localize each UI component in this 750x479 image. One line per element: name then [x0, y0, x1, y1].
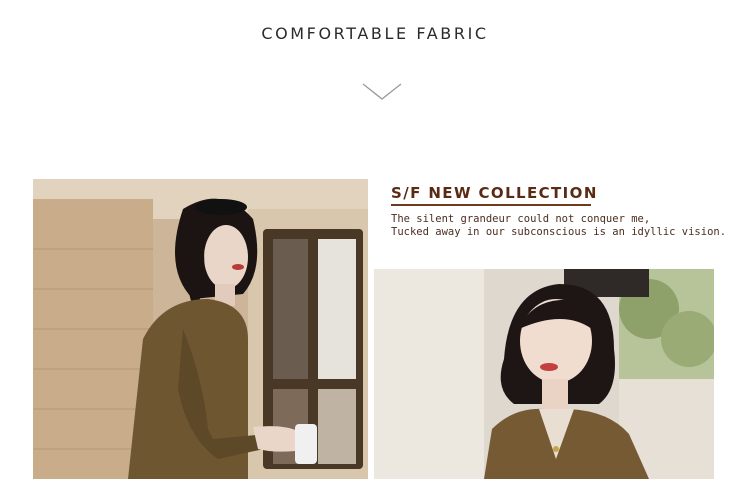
model-photo-front: [374, 269, 714, 479]
collection-description-line-2: Tucked away in our subconscious is an id…: [391, 226, 727, 238]
collection-heading-underline: [391, 204, 591, 206]
collection-description-line-1: The silent grandeur could not conquer me…: [391, 213, 651, 225]
model-photo-side: [33, 179, 368, 479]
chevron-down-icon: [362, 83, 402, 100]
section-title: COMFORTABLE FABRIC: [261, 24, 489, 43]
collection-heading: S/F NEW COLLECTION: [391, 184, 598, 202]
